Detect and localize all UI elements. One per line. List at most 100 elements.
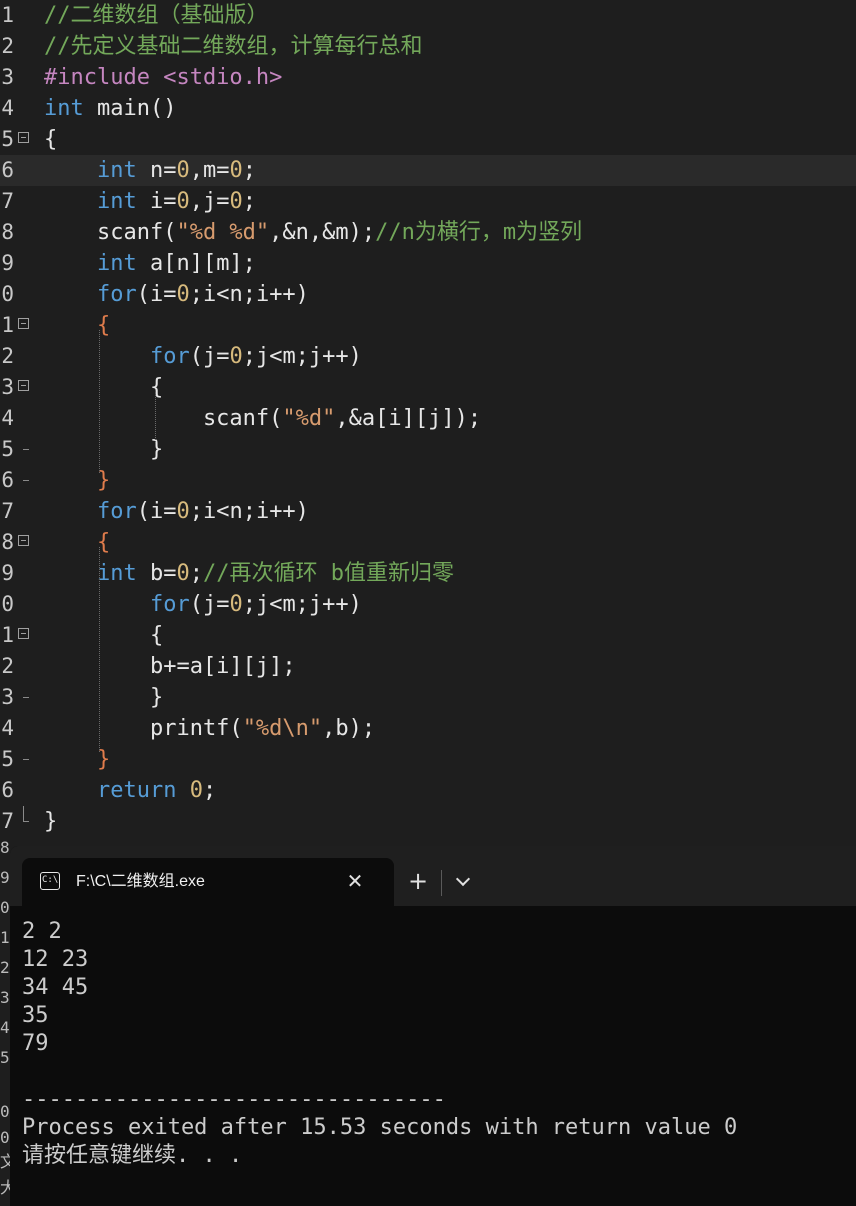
code-line[interactable]: 3 {	[0, 372, 856, 403]
code-line[interactable]: 1 //二维数组（基础版）	[0, 0, 856, 31]
code-text: }	[44, 806, 57, 837]
fold-collapse-icon[interactable]	[18, 132, 29, 143]
code-token: //n为横行，m为竖列	[375, 220, 583, 245]
code-token: }	[44, 437, 164, 462]
code-token: (i=	[136, 499, 177, 524]
code-text: }	[44, 682, 163, 713]
code-token: (j=	[189, 344, 230, 369]
code-line[interactable]: 7}	[0, 806, 856, 837]
code-token: 0	[229, 592, 243, 617]
code-token: 0	[189, 778, 203, 803]
code-line[interactable]: 5 }	[0, 744, 856, 775]
code-token: (j=	[189, 592, 230, 617]
code-text: scanf("%d",&a[i][j]);	[44, 403, 481, 434]
code-line[interactable]: 8 {	[0, 527, 856, 558]
terminal-tab[interactable]: C:\ F:\C\二维数组.exe ✕	[22, 858, 394, 906]
close-tab-icon[interactable]: ✕	[342, 868, 368, 894]
code-line[interactable]: 2 for(j=0;j<m;j++)	[0, 341, 856, 372]
code-token: ,b);	[322, 716, 376, 741]
code-token: ,m=	[189, 158, 230, 183]
code-line[interactable]: 1 {	[0, 620, 856, 651]
code-line[interactable]: 6 int n=0,m=0;	[0, 155, 856, 186]
code-line[interactable]: 9 int b=0;//再次循环 b值重新归零	[0, 558, 856, 589]
code-token: ;	[202, 778, 217, 803]
code-text: {	[44, 310, 110, 341]
line-number: 2	[1, 344, 14, 368]
chevron-down-icon[interactable]	[452, 870, 476, 894]
background-line-fragment: 0	[0, 1128, 10, 1147]
line-number: 6	[1, 158, 14, 182]
code-token: }	[44, 468, 111, 493]
code-line[interactable]: 3 #include <stdio.h>	[0, 62, 856, 93]
code-line[interactable]: 6 return 0;	[0, 775, 856, 806]
line-number: 4	[1, 406, 14, 430]
code-line[interactable]: 6 }	[0, 465, 856, 496]
background-line-fragment: 3	[0, 988, 10, 1007]
code-text: {	[44, 620, 163, 651]
line-number: 2	[1, 654, 14, 678]
terminal-window[interactable]: C:\ F:\C\二维数组.exe ✕ + 2 2 12 23 34 45 35 79 -…	[10, 846, 856, 1206]
code-text: for(i=0;i<n;i++)	[44, 496, 309, 527]
code-token: ,j=	[189, 189, 230, 214]
terminal-output[interactable]: 2 2 12 23 34 45 35 79 -----------------------…	[22, 918, 852, 1198]
terminal-line: 79	[22, 1031, 49, 1056]
line-number: 1	[1, 623, 14, 647]
code-line[interactable]: 4 printf("%d\n",b);	[0, 713, 856, 744]
terminal-line: Process exited after 15.53 seconds with …	[22, 1115, 738, 1140]
code-text: }	[44, 465, 110, 496]
fold-collapse-icon[interactable]	[18, 628, 29, 639]
code-token: ;i<n;i++)	[189, 499, 309, 524]
line-number: 3	[1, 375, 14, 399]
code-line[interactable]: 1 {	[0, 310, 856, 341]
code-token: int	[44, 251, 137, 276]
code-text: b+=a[i][j];	[44, 651, 296, 682]
fold-collapse-icon[interactable]	[18, 318, 29, 329]
code-line[interactable]: 3 }	[0, 682, 856, 713]
code-token: "%d %d"	[176, 220, 270, 245]
code-line[interactable]: 2 b+=a[i][j];	[0, 651, 856, 682]
code-line[interactable]: 7 int i=0,j=0;	[0, 186, 856, 217]
line-number: 0	[1, 592, 14, 616]
indent-guide	[155, 392, 156, 442]
terminal-line: 12 23	[22, 947, 89, 972]
code-line[interactable]: 4 scanf("%d",&a[i][j]);	[0, 403, 856, 434]
code-line[interactable]: 0 for(j=0;j<m;j++)	[0, 589, 856, 620]
code-text: return 0;	[44, 775, 216, 806]
background-line-fragment: 1	[0, 928, 10, 947]
code-text: {	[44, 372, 163, 403]
fold-collapse-icon[interactable]	[18, 535, 29, 546]
background-line-fragment: 大	[0, 1178, 10, 1197]
code-line[interactable]: 2 //先定义基础二维数组，计算每行总和	[0, 31, 856, 62]
code-token: "%d"	[282, 406, 336, 431]
new-tab-button[interactable]: +	[406, 868, 430, 896]
tab-title: F:\C\二维数组.exe	[76, 873, 205, 890]
code-token: main()	[83, 96, 177, 121]
code-token: {	[44, 623, 164, 648]
code-line[interactable]: 7 for(i=0;i<n;i++)	[0, 496, 856, 527]
code-token: //再次循环 b值重新归零	[202, 561, 454, 586]
console-icon: C:\	[40, 872, 60, 890]
line-number: 5	[1, 127, 14, 151]
code-token: {	[44, 375, 164, 400]
code-token: ;j<m;j++)	[242, 344, 362, 369]
code-line[interactable]: 0 for(i=0;i<n;i++)	[0, 279, 856, 310]
background-line-fragment: 0	[0, 898, 10, 917]
code-token: 0	[229, 344, 243, 369]
code-line[interactable]: 5 }	[0, 434, 856, 465]
code-line[interactable]: 4 int main()	[0, 93, 856, 124]
code-editor[interactable]: 1 //二维数组（基础版） 2 //先定义基础二维数组，计算每行总和 3 #include…	[0, 0, 856, 850]
code-token: 0	[176, 499, 190, 524]
fold-collapse-icon[interactable]	[18, 380, 29, 391]
code-line[interactable]: 8 scanf("%d %d",&n,&m);//n为横行，m为竖列	[0, 217, 856, 248]
background-line-fragment: 0	[0, 1102, 10, 1121]
code-line[interactable]: 5{	[0, 124, 856, 155]
code-token: int	[44, 96, 84, 121]
code-token: 0	[176, 561, 190, 586]
code-token: 0	[176, 189, 190, 214]
code-text: //先定义基础二维数组，计算每行总和	[44, 31, 423, 62]
code-line[interactable]: 9 int a[n][m];	[0, 248, 856, 279]
code-text: scanf("%d %d",&n,&m);//n为横行，m为竖列	[44, 217, 582, 248]
code-token: b=	[136, 561, 177, 586]
terminal-line: --------------------------------	[22, 1087, 446, 1112]
code-token: {	[44, 313, 111, 338]
